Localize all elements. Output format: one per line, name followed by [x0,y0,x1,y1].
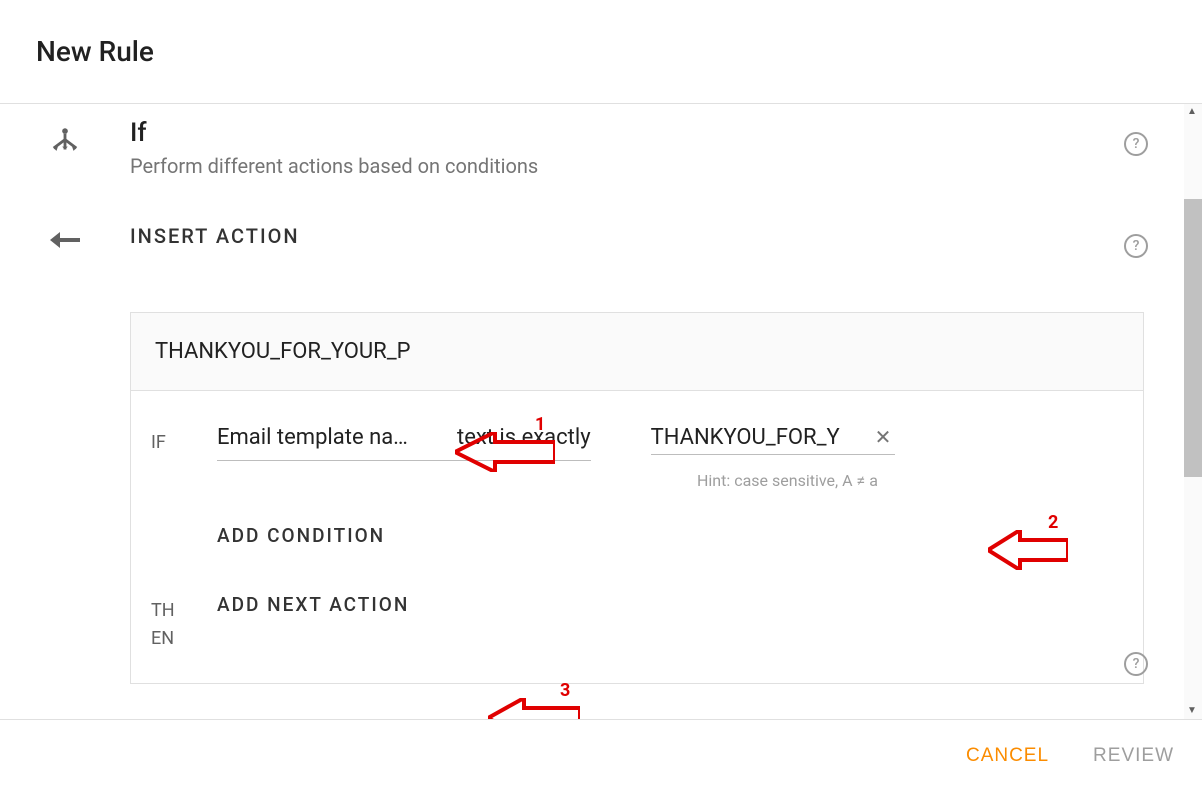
scroll-area: If Perform different actions based on co… [0,104,1184,719]
if-block-row: If Perform different actions based on co… [0,118,1184,178]
arrow-left-icon[interactable] [50,230,80,254]
new-rule-dialog: New Rule [0,0,1202,791]
condition-hint: Hint: case sensitive, A ≠ a [697,471,1123,490]
if-block-icon-gutter [0,118,130,162]
help-icon[interactable]: ? [1124,234,1148,258]
condition-line: Email template na… text is exactly THANK… [217,425,1123,461]
branch-icon [48,124,82,162]
then-label-line2: EN [151,628,174,649]
cancel-button[interactable]: CANCEL [966,745,1049,767]
if-block-title: If [130,118,1144,148]
dialog-footer: CANCEL REVIEW [0,719,1202,791]
condition-field-select[interactable]: Email template na… [217,425,427,456]
then-label: TH EN [151,593,217,653]
scroll-down-icon[interactable]: ▼ [1187,705,1199,717]
scrollbar-thumb[interactable] [1184,199,1202,477]
card-row: THANKYOU_FOR_YOUR_P IF Email template na… [0,254,1184,684]
if-label: IF [151,425,217,457]
card-gutter [0,254,130,260]
add-next-action-button[interactable]: ADD NEXT ACTION [217,593,1123,616]
rule-card: THANKYOU_FOR_YOUR_P IF Email template na… [130,312,1144,684]
insert-action-label[interactable]: INSERT ACTION [130,224,1144,248]
then-row: TH EN ADD NEXT ACTION [151,593,1123,653]
dialog-title: New Rule [36,35,154,68]
then-fields: ADD NEXT ACTION [217,593,1123,616]
annotation-3: 3 [488,698,580,719]
card-body: IF Email template na… text is exactly [131,391,1143,683]
insert-action-gutter [0,224,130,254]
close-icon[interactable]: ✕ [871,425,896,449]
if-block-subtitle: Perform different actions based on condi… [130,154,1144,178]
if-fields: Email template na… text is exactly THANK… [217,425,1123,547]
insert-action-main: INSERT ACTION [130,224,1184,248]
condition-value-wrap: THANKYOU_FOR_Y ✕ [651,425,896,455]
add-condition-button[interactable]: ADD CONDITION [217,524,1123,547]
dialog-header: New Rule [0,0,1202,104]
help-icon[interactable]: ? [1124,652,1148,676]
condition-left-group: Email template na… text is exactly [217,425,591,461]
if-block-main: If Perform different actions based on co… [130,118,1184,178]
review-button[interactable]: REVIEW [1093,745,1174,767]
insert-action-row: INSERT ACTION [0,224,1184,254]
if-condition-row: IF Email template na… text is exactly [151,425,1123,547]
condition-operator-select[interactable]: text is exactly [457,425,591,456]
help-icon[interactable]: ? [1124,132,1148,156]
dialog-body: If Perform different actions based on co… [0,104,1202,719]
then-label-line1: TH [151,600,175,621]
card-header[interactable]: THANKYOU_FOR_YOUR_P [131,313,1143,391]
scrollbar[interactable]: ▲ ▼ [1184,104,1202,719]
condition-value-input[interactable]: THANKYOU_FOR_Y [651,425,871,450]
card-col: THANKYOU_FOR_YOUR_P IF Email template na… [130,254,1184,684]
scroll-up-icon[interactable]: ▲ [1187,106,1199,118]
